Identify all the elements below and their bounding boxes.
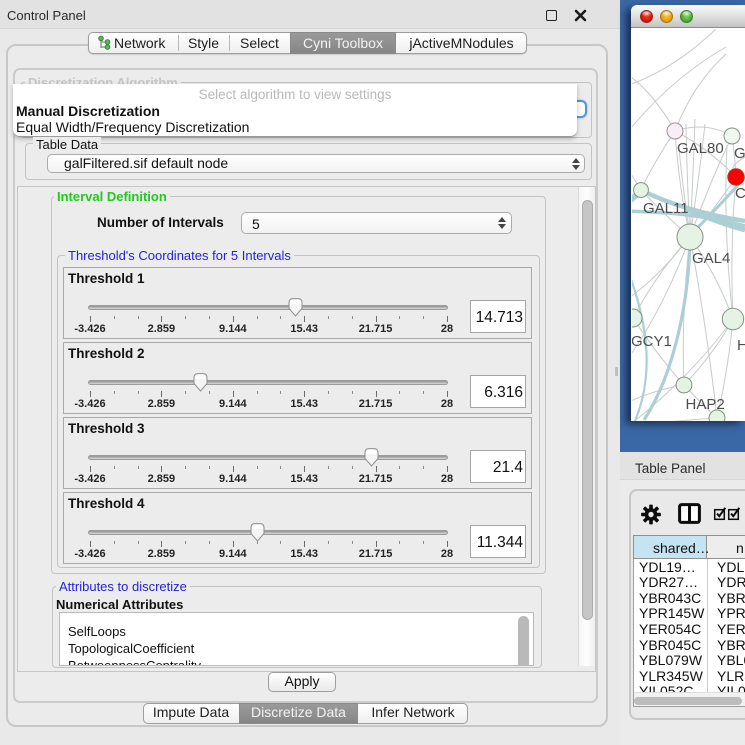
- svg-text:GAL80: GAL80: [677, 140, 724, 157]
- svg-text:GA: GA: [734, 145, 745, 162]
- svg-text:GAL11: GAL11: [643, 200, 689, 217]
- svg-text:C: C: [735, 185, 745, 202]
- svg-text:GCY1: GCY1: [632, 333, 672, 350]
- svg-text:H: H: [737, 337, 745, 354]
- svg-text:HAP2: HAP2: [686, 396, 725, 413]
- svg-text:GAL4: GAL4: [692, 250, 730, 267]
